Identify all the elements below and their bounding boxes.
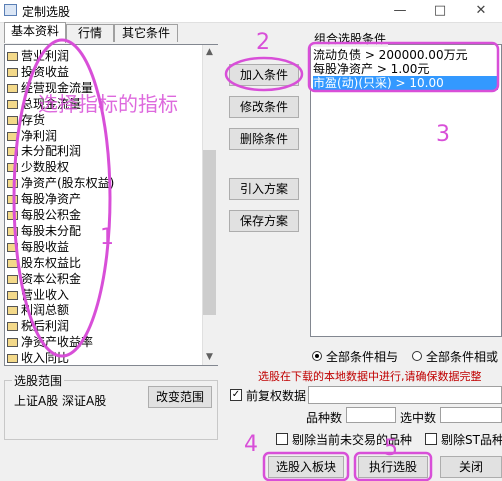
- annotation-overlay-text: 选择指标的指标: [38, 92, 178, 116]
- annotation-overlay: [12, 38, 500, 481]
- annotation-marker-5: 5: [384, 436, 398, 461]
- annotation-rect-select-block: [262, 451, 350, 481]
- annotation-marker-3: 3: [436, 122, 450, 147]
- annotation-rect-conditions: [307, 41, 500, 93]
- annotation-marker-2: 2: [256, 30, 270, 55]
- annotation-marker-4: 4: [244, 432, 258, 457]
- annotation-marker-1: 1: [100, 225, 114, 250]
- annotation-ellipse-add: [224, 56, 304, 92]
